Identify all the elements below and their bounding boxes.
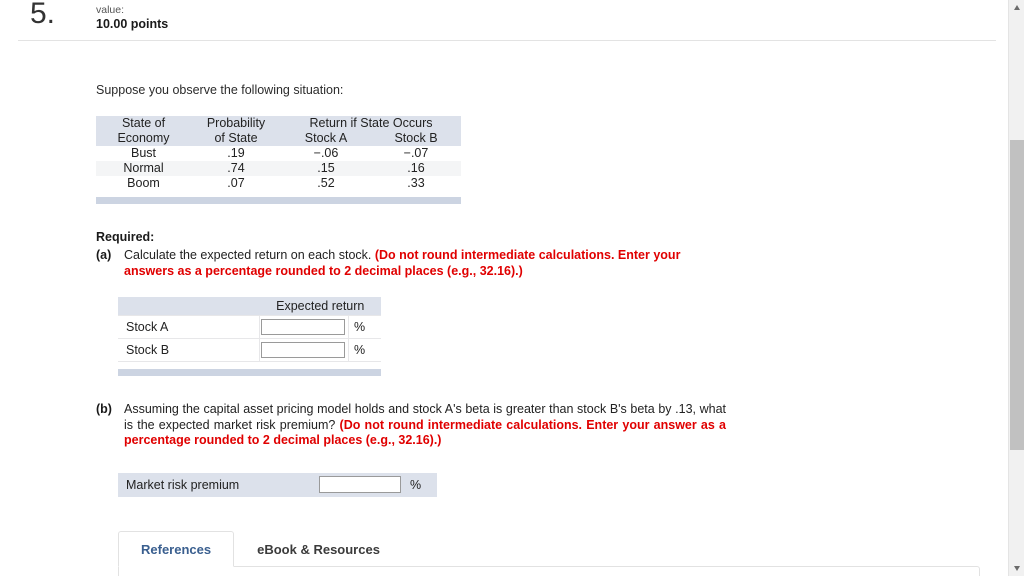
expected-return-header-row: Expected return (118, 297, 381, 316)
question-value-label: value: (96, 4, 125, 16)
part-a-text: Calculate the expected return on each st… (124, 248, 375, 262)
header-probability-line2: of State (191, 131, 281, 146)
expected-return-input-stock-a[interactable] (261, 319, 345, 335)
required-heading: Required: (96, 230, 155, 244)
header-probability-line1: Probability (191, 116, 281, 131)
table-row: Stock A % (118, 315, 381, 339)
scrollbar-thumb[interactable] (1010, 140, 1024, 450)
percent-sign-stock-a: % (348, 315, 381, 339)
market-risk-premium-input-cell (317, 472, 405, 497)
header-return-group: Return if State Occurs (281, 116, 461, 131)
header-stock-a: Stock A (281, 131, 371, 146)
market-risk-premium-label: Market risk premium (118, 472, 317, 497)
tabs-area: References eBook & Resources Worksheet D… (118, 530, 1008, 576)
part-b-body: Assuming the capital asset pricing model… (124, 402, 726, 449)
market-risk-premium-table: Market risk premium % (118, 472, 437, 497)
part-b-label: (b) (96, 402, 112, 416)
situation-table-head: State of Probability Return if State Occ… (96, 116, 461, 146)
input-cell-stock-a (259, 315, 349, 339)
market-risk-premium-unit: % (405, 472, 437, 497)
row-label-stock-b: Stock B (118, 338, 260, 362)
required-part-b: (b) Assuming the capital asset pricing m… (96, 402, 726, 449)
table-row: Market risk premium % (118, 472, 437, 497)
cell-stock-b: .33 (407, 176, 425, 190)
table-row: Normal .74 .15 .16 (96, 161, 461, 176)
situation-table-body: Bust .19 −.06 −.07 Normal .74 .15 .16 Bo… (96, 146, 461, 191)
cell-stock-a: −.06 (313, 146, 339, 160)
cell-probability: .74 (191, 161, 281, 176)
percent-sign-stock-b: % (348, 338, 381, 362)
page-viewport: 5. value: 10.00 points Suppose you obser… (0, 0, 1008, 576)
question-header: 5. value: 10.00 points (18, 0, 996, 41)
part-a-label: (a) (96, 248, 112, 262)
cell-probability: .19 (227, 146, 245, 160)
expected-return-header-label: Expected return (259, 297, 381, 316)
vertical-scrollbar[interactable] (1008, 0, 1024, 576)
expected-return-table-body: Stock A % Stock B % (118, 315, 381, 362)
cell-state: Normal (96, 161, 191, 176)
intro-text: Suppose you observe the following situat… (96, 83, 344, 97)
question-content: Suppose you observe the following situat… (0, 83, 1008, 576)
header-stock-b: Stock B (371, 131, 461, 146)
expected-return-footer-bar (118, 369, 381, 376)
cell-stock-b: −.07 (403, 146, 429, 160)
input-cell-stock-b (259, 338, 349, 362)
scroll-up-arrow-icon[interactable] (1010, 0, 1024, 16)
cell-stock-a: .52 (317, 176, 335, 190)
cell-probability: .07 (227, 176, 245, 190)
tab-ebook-and-resources[interactable]: eBook & Resources (234, 531, 403, 566)
table-row: Stock B % (118, 338, 381, 362)
cell-state: Bust (130, 146, 156, 160)
expected-return-table-head: Expected return (118, 297, 381, 316)
question-number: 5. (30, 0, 56, 30)
situation-table: State of Probability Return if State Occ… (96, 116, 461, 191)
market-risk-premium-wrapper: Market risk premium % (118, 472, 1008, 497)
required-part-a: (a) Calculate the expected return on eac… (96, 248, 726, 279)
expected-return-table: Expected return Stock A % Stock B % (118, 297, 381, 362)
header-state-line1: State of (96, 116, 191, 131)
market-risk-premium-input[interactable] (319, 476, 401, 493)
header-state-line2: Economy (96, 131, 191, 146)
table-row: Boom .07 .52 .33 (96, 176, 461, 191)
scroll-down-arrow-icon[interactable] (1010, 560, 1024, 576)
tab-references[interactable]: References (118, 530, 235, 567)
cell-state: Boom (127, 176, 160, 190)
expected-return-header-blank (118, 297, 260, 316)
row-label-stock-a: Stock A (118, 315, 260, 339)
situation-table-wrapper: State of Probability Return if State Occ… (96, 116, 461, 204)
cell-stock-a: .15 (281, 161, 371, 176)
table-header-row-1: State of Probability Return if State Occ… (96, 116, 461, 131)
table-header-row-2: Economy of State Stock A Stock B (96, 131, 461, 146)
tab-panel-references: Worksheet Difficulty: Challenge Learning… (118, 565, 980, 576)
situation-table-footer-bar (96, 197, 461, 204)
market-risk-premium-body: Market risk premium % (118, 472, 437, 497)
part-a-body: Calculate the expected return on each st… (124, 248, 726, 279)
question-points: 10.00 points (96, 17, 169, 31)
table-row: Bust .19 −.06 −.07 (96, 146, 461, 161)
expected-return-input-stock-b[interactable] (261, 342, 345, 358)
tabs-row: References eBook & Resources (118, 530, 1008, 567)
cell-stock-b: .16 (371, 161, 461, 176)
expected-return-table-wrapper: Expected return Stock A % Stock B % (118, 297, 381, 376)
